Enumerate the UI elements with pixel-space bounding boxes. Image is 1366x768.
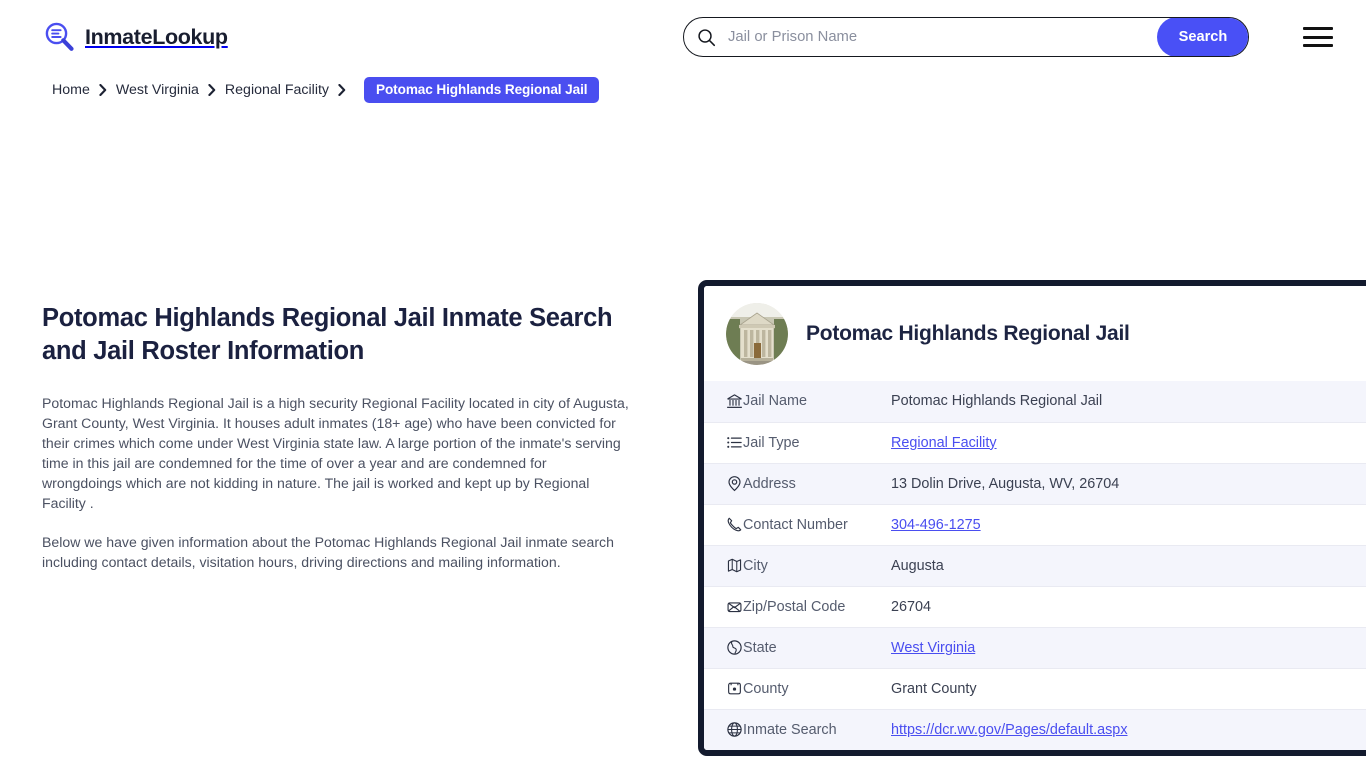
magnifier-list-logo-icon — [42, 20, 76, 54]
row-value: Grant County — [891, 667, 1366, 709]
jail-details-table: Jail Name Potomac Highlands Regional Jai… — [704, 381, 1366, 750]
row-value: 26704 — [891, 585, 1366, 627]
brand-logo-link[interactable]: InmateLookup — [42, 20, 228, 54]
row-label: Zip/Postal Code — [743, 585, 891, 627]
card-title: Potomac Highlands Regional Jail — [806, 322, 1130, 345]
table-row: Inmate Search https://dcr.wv.gov/Pages/d… — [704, 708, 1366, 750]
row-label: County — [743, 667, 891, 709]
row-value: Augusta — [891, 544, 1366, 586]
row-label: Jail Name — [743, 393, 807, 410]
row-value: 13 Dolin Drive, Augusta, WV, 26704 — [891, 462, 1366, 504]
search-icon — [684, 18, 722, 56]
table-row: Jail Name Potomac Highlands Regional Jai… — [704, 381, 1366, 422]
row-value: Potomac Highlands Regional Jail — [891, 393, 1103, 410]
map-icon — [704, 544, 743, 586]
menu-bar-2 — [1303, 35, 1333, 39]
page-body: Potomac Highlands Regional Jail Inmate S… — [0, 104, 1366, 768]
envelope-icon — [704, 585, 743, 627]
row-label: Jail Type — [743, 421, 891, 463]
location-pin-icon — [704, 462, 743, 504]
card-header: Potomac Highlands Regional Jail — [704, 286, 1366, 381]
breadcrumb: Home West Virginia Regional Facility Pot… — [0, 76, 1366, 104]
jail-type-link[interactable]: Regional Facility — [891, 435, 997, 451]
table-row: Address 13 Dolin Drive, Augusta, WV, 267… — [704, 462, 1366, 504]
list-icon — [704, 421, 743, 463]
row-value: Regional Facility — [891, 421, 1366, 463]
secondary-paragraph: Below we have given information about th… — [42, 534, 614, 571]
phone-icon — [704, 503, 743, 545]
row-label: City — [743, 544, 891, 586]
county-badge-icon — [704, 667, 743, 709]
row-label: Contact Number — [743, 503, 891, 545]
row-label: Address — [743, 462, 891, 504]
page-title: Potomac Highlands Regional Jail Inmate S… — [42, 304, 613, 365]
row-label: Inmate Search — [743, 708, 891, 750]
jail-info-card: Potomac Highlands Regional Jail Jail Nam… — [698, 280, 1366, 756]
globe-americas-icon — [704, 626, 743, 668]
contact-number-link[interactable]: 304-496-1275 — [891, 517, 981, 533]
breadcrumb-item-home[interactable]: Home — [52, 82, 90, 98]
intro-paragraph: Potomac Highlands Regional Jail is a hig… — [42, 395, 629, 511]
table-row: Contact Number 304-496-1275 — [704, 503, 1366, 545]
breadcrumb-item-regional-facility[interactable]: Regional Facility — [225, 82, 329, 98]
row-value: https://dcr.wv.gov/Pages/default.aspx — [891, 708, 1366, 750]
inmate-search-link[interactable]: https://dcr.wv.gov/Pages/default.aspx — [891, 722, 1128, 738]
table-row: Zip/Postal Code 26704 — [704, 585, 1366, 627]
row-value: 304-496-1275 — [891, 503, 1366, 545]
table-row: City Augusta — [704, 544, 1366, 586]
hamburger-menu-icon[interactable] — [1303, 24, 1333, 50]
search-input[interactable] — [722, 18, 1157, 56]
site-header: InmateLookup Search — [0, 0, 1366, 74]
courthouse-photo-avatar — [726, 303, 788, 365]
table-row: State West Virginia — [704, 626, 1366, 668]
breadcrumb-item-west-virginia[interactable]: West Virginia — [116, 82, 199, 98]
chevron-right-icon — [208, 84, 216, 96]
menu-bar-3 — [1303, 44, 1333, 47]
breadcrumb-current-page: Potomac Highlands Regional Jail — [364, 77, 600, 103]
state-link[interactable]: West Virginia — [891, 640, 975, 656]
row-value: West Virginia — [891, 626, 1366, 668]
chevron-right-icon — [99, 84, 107, 96]
menu-bar-1 — [1303, 27, 1333, 30]
article-column: Potomac Highlands Regional Jail Inmate S… — [42, 302, 642, 593]
brand-name: InmateLookup — [85, 24, 228, 49]
row-label: State — [743, 626, 891, 668]
chevron-right-icon — [338, 84, 346, 96]
table-row: County Grant County — [704, 667, 1366, 709]
search-button[interactable]: Search — [1157, 18, 1248, 56]
search-bar[interactable]: Search — [683, 17, 1249, 57]
globe-icon — [704, 708, 743, 750]
table-row: Jail Type Regional Facility — [704, 421, 1366, 463]
bank-institution-icon — [704, 381, 743, 422]
